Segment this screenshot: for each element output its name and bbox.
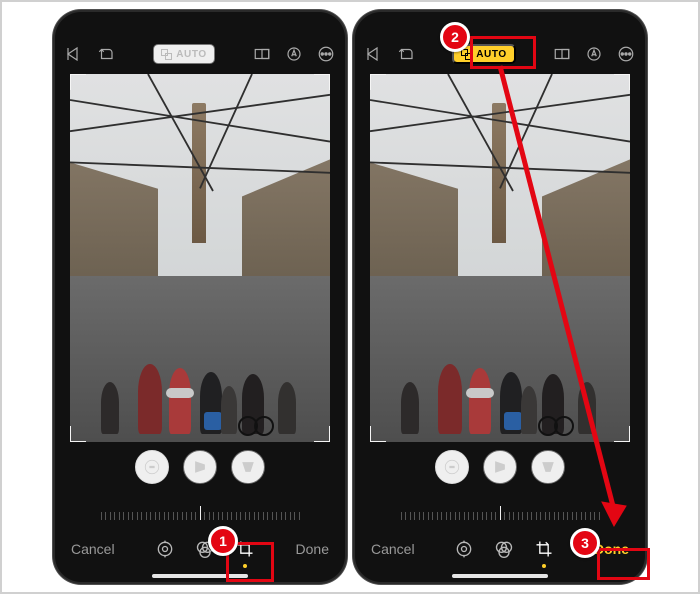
done-button[interactable]: Done: [594, 541, 629, 557]
auto-corners-icon: [161, 49, 172, 60]
crop-top-toolbar: AUTO: [355, 40, 645, 68]
top-left-group: [365, 45, 415, 63]
home-indicator[interactable]: [452, 574, 548, 578]
mode-icons: [454, 539, 554, 559]
crop-mode-icon[interactable]: [534, 539, 554, 559]
angle-slider[interactable]: [355, 498, 645, 520]
crop-handle-br[interactable]: [314, 426, 330, 442]
rotate-controls: [55, 450, 345, 484]
top-right-group: [253, 45, 335, 63]
crop-handle-tr[interactable]: [614, 74, 630, 90]
auto-straighten-button[interactable]: AUTO: [153, 44, 215, 64]
adjust-mode-icon[interactable]: [155, 539, 175, 559]
cancel-button[interactable]: Cancel: [371, 541, 415, 557]
auto-label: AUTO: [476, 49, 507, 60]
tutorial-figure: AUTO: [0, 0, 700, 594]
markup-icon[interactable]: [585, 45, 603, 63]
crop-handle-bl[interactable]: [70, 426, 86, 442]
photo-crop-area[interactable]: [70, 74, 330, 442]
cancel-button[interactable]: Cancel: [71, 541, 115, 557]
perspective-vertical-button[interactable]: [231, 450, 265, 484]
aspect-ratio-icon[interactable]: [253, 45, 271, 63]
crop-handle-tl[interactable]: [70, 74, 86, 90]
crop-handle-bl[interactable]: [370, 426, 386, 442]
flip-vertical-icon[interactable]: [365, 45, 383, 63]
phone-screen-left: AUTO: [55, 12, 345, 582]
filters-mode-icon[interactable]: [195, 539, 215, 559]
more-icon[interactable]: [617, 45, 635, 63]
perspective-horizontal-button[interactable]: [483, 450, 517, 484]
aspect-ratio-icon[interactable]: [553, 45, 571, 63]
perspective-vertical-button[interactable]: [531, 450, 565, 484]
filters-mode-icon[interactable]: [494, 539, 514, 559]
crop-handle-tr[interactable]: [314, 74, 330, 90]
top-left-group: [65, 45, 115, 63]
more-icon[interactable]: [317, 45, 335, 63]
crop-handle-tl[interactable]: [370, 74, 386, 90]
perspective-horizontal-button[interactable]: [183, 450, 217, 484]
straighten-slider-button[interactable]: [435, 450, 469, 484]
crop-top-toolbar: AUTO: [55, 40, 345, 68]
editor-mode-bar: Cancel Done: [355, 534, 645, 564]
mode-icons: [155, 539, 255, 559]
done-button[interactable]: Done: [296, 541, 329, 557]
auto-label: AUTO: [176, 49, 207, 60]
home-indicator[interactable]: [152, 574, 248, 578]
rotate-icon[interactable]: [97, 45, 115, 63]
editor-mode-bar: Cancel Done: [55, 534, 345, 564]
angle-slider[interactable]: [55, 498, 345, 520]
straighten-slider-button[interactable]: [135, 450, 169, 484]
auto-straighten-button[interactable]: AUTO: [452, 44, 516, 64]
rotate-controls: [355, 450, 645, 484]
crop-mode-icon[interactable]: [235, 539, 255, 559]
adjust-mode-icon[interactable]: [454, 539, 474, 559]
photo-crop-area[interactable]: [370, 74, 630, 442]
markup-icon[interactable]: [285, 45, 303, 63]
flip-vertical-icon[interactable]: [65, 45, 83, 63]
auto-corners-icon: [461, 49, 472, 60]
rotate-icon[interactable]: [397, 45, 415, 63]
phone-screen-right: AUTO: [355, 12, 645, 582]
top-right-group: [553, 45, 635, 63]
crop-handle-br[interactable]: [614, 426, 630, 442]
